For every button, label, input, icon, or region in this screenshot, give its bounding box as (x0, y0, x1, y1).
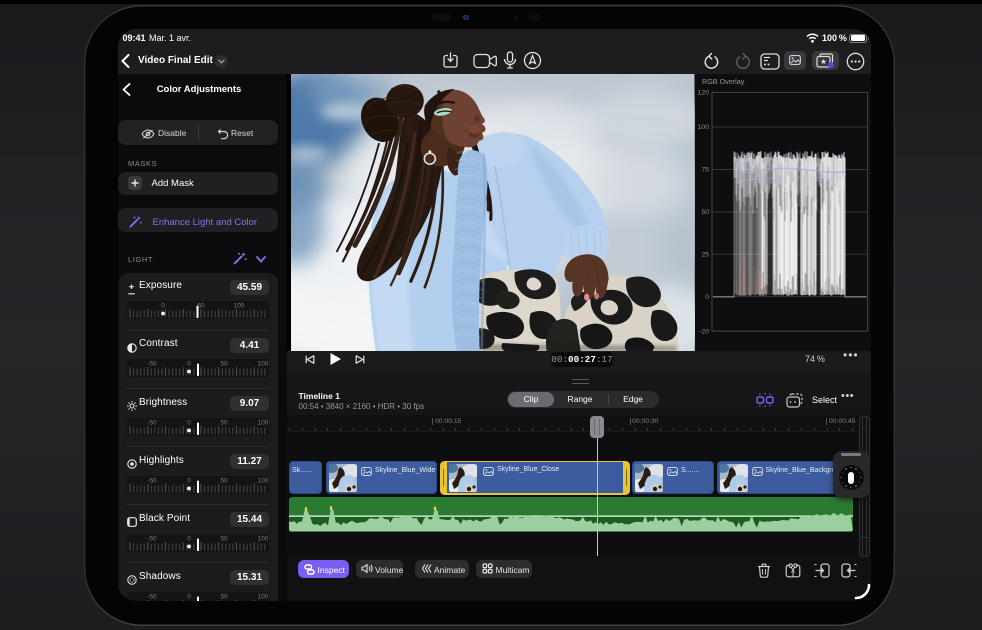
svg-text:50: 50 (220, 361, 228, 368)
svg-text:-50: -50 (147, 593, 157, 600)
svg-text:0: 0 (187, 477, 191, 484)
svg-text:0: 0 (187, 535, 191, 542)
svg-text:0: 0 (187, 593, 191, 600)
svg-text:0: 0 (161, 303, 165, 310)
svg-text:50: 50 (220, 477, 228, 484)
svg-text:100: 100 (698, 124, 710, 131)
svg-text:0: 0 (187, 361, 191, 368)
svg-text:100: 100 (234, 303, 245, 310)
svg-text:50: 50 (220, 593, 228, 600)
svg-text:50: 50 (197, 303, 205, 310)
svg-text:RGB Overlay: RGB Overlay (702, 77, 745, 86)
svg-text:100: 100 (258, 477, 269, 484)
svg-text:100: 100 (258, 593, 269, 600)
svg-text:50: 50 (220, 419, 228, 426)
svg-text:75: 75 (701, 167, 709, 174)
svg-text:-50: -50 (147, 361, 157, 368)
svg-text:100: 100 (258, 361, 269, 368)
svg-text:-20: -20 (699, 328, 709, 335)
svg-text:-50: -50 (147, 535, 157, 542)
svg-text:50: 50 (220, 535, 228, 542)
svg-text:0: 0 (705, 294, 709, 301)
svg-text:-50: -50 (147, 419, 157, 426)
svg-text:50: 50 (701, 209, 709, 216)
svg-text:25: 25 (701, 252, 709, 259)
svg-text:-50: -50 (147, 477, 157, 484)
svg-text:0: 0 (187, 419, 191, 426)
svg-text:120: 120 (698, 90, 710, 97)
svg-text:100: 100 (258, 535, 269, 542)
svg-text:100: 100 (258, 419, 269, 426)
